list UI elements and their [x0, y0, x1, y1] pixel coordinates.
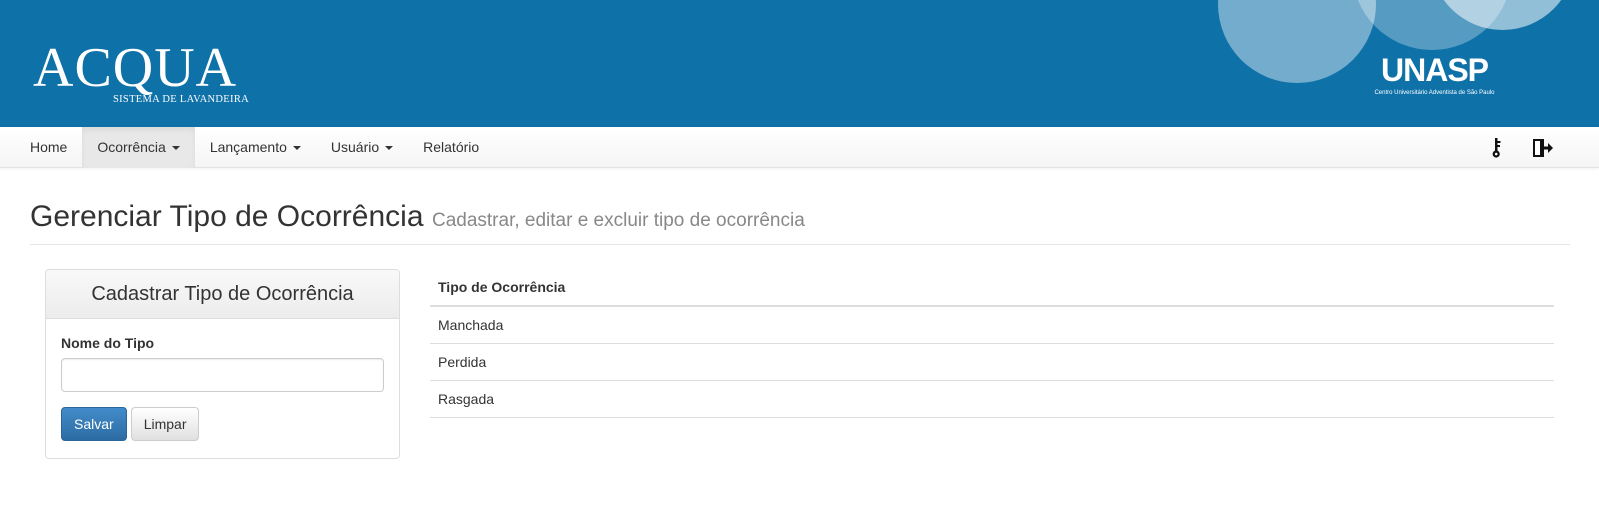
caret-down-icon — [385, 146, 394, 151]
unasp-logo-text: UNASP — [1380, 52, 1489, 88]
nav-item-usuario[interactable]: Usuário — [316, 127, 408, 168]
table-cell: Perdida — [430, 343, 1554, 381]
table-cell: Manchada — [430, 306, 1554, 344]
nav-item-relatorio[interactable]: Relatório — [408, 127, 494, 168]
table-header-row: Tipo de Ocorrência — [430, 269, 1554, 307]
clear-button[interactable]: Limpar — [130, 407, 200, 441]
page-subtitle: Cadastrar, editar e excluir tipo de ocor… — [431, 210, 805, 231]
register-type-panel: Cadastrar Tipo de Ocorrência Nome do Tip… — [45, 269, 400, 459]
nav-actions — [1484, 127, 1554, 168]
nav-item-label: Usuário — [330, 139, 380, 155]
header-banner: ACQUA SISTEMA DE LAVANDEIRA UNASP Centro… — [0, 0, 1599, 127]
table-row[interactable]: Rasgada — [430, 380, 1554, 418]
brand-title: ACQUA — [33, 37, 238, 99]
nav-item-ocorrencia[interactable]: Ocorrência — [82, 127, 195, 168]
brand-logo[interactable]: ACQUA SISTEMA DE LAVANDEIRA — [33, 40, 249, 105]
unasp-logo: UNASP Centro Universitário Adventista de… — [1372, 52, 1497, 96]
nav-item-home[interactable]: Home — [15, 127, 82, 168]
brand-subtitle: SISTEMA DE LAVANDEIRA — [113, 94, 250, 105]
unasp-logo-subtitle: Centro Universitário Adventista de São P… — [1374, 90, 1495, 96]
logout-icon[interactable] — [1530, 136, 1554, 160]
type-name-label: Nome do Tipo — [61, 335, 155, 351]
nav-item-label: Lançamento — [209, 139, 287, 155]
table-row[interactable]: Manchada — [430, 306, 1554, 344]
nav-item-lancamento[interactable]: Lançamento — [195, 127, 316, 168]
column-header-type: Tipo de Ocorrência — [430, 269, 1554, 307]
nav-item-label: Home — [30, 139, 68, 155]
page-header: Gerenciar Tipo de Ocorrência Cadastrar, … — [30, 200, 1570, 245]
caret-down-icon — [292, 146, 301, 151]
save-button[interactable]: Salvar — [61, 407, 127, 441]
key-icon[interactable] — [1484, 136, 1508, 160]
page-title: Gerenciar Tipo de Ocorrência — [30, 200, 424, 233]
table-cell: Rasgada — [430, 380, 1554, 418]
nav-item-label: Relatório — [423, 139, 480, 155]
panel-heading: Cadastrar Tipo de Ocorrência — [46, 270, 399, 319]
nav-menu: Home Ocorrência Lançamento Usuário Relat… — [15, 127, 494, 168]
type-name-input[interactable] — [61, 358, 384, 392]
main-navbar: Home Ocorrência Lançamento Usuário Relat… — [0, 127, 1599, 168]
occurrence-types-table-wrapper: Tipo de Ocorrência Manchada Perdida Rasg… — [430, 269, 1554, 418]
nav-item-label: Ocorrência — [97, 139, 166, 155]
occurrence-types-table: Tipo de Ocorrência Manchada Perdida Rasg… — [430, 269, 1554, 418]
form-actions: Salvar Limpar — [61, 407, 384, 441]
table-row[interactable]: Perdida — [430, 343, 1554, 381]
panel-body: Nome do Tipo Salvar Limpar — [46, 319, 399, 441]
decorative-circle — [1218, 0, 1376, 83]
caret-down-icon — [171, 146, 180, 151]
